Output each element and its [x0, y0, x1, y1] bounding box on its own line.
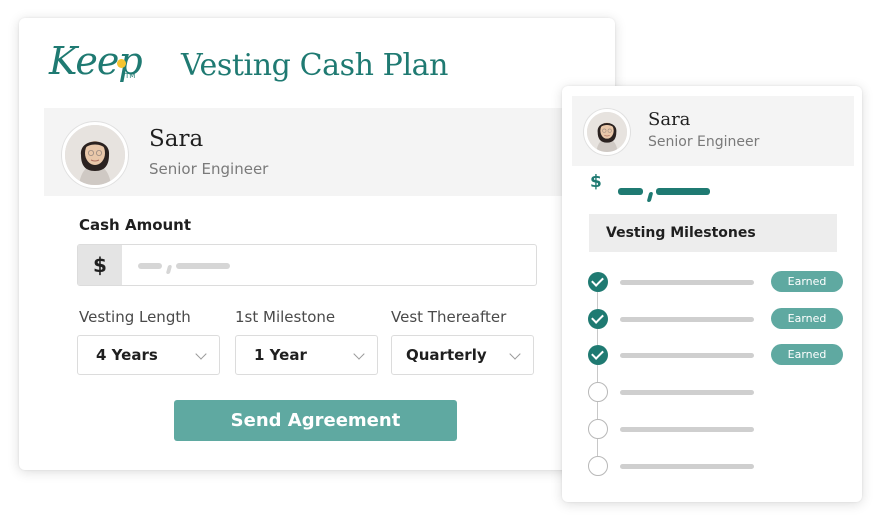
check-circle-icon: [588, 309, 608, 329]
checkmark-icon: [591, 274, 604, 287]
person-avatar-icon: [65, 125, 125, 185]
earned-badge: Earned: [771, 271, 843, 292]
vesting-length-value: 4 Years: [96, 346, 158, 364]
amount-placeholder-bar: [618, 188, 643, 195]
placeholder-comma: [165, 265, 173, 274]
employee-name: Sara: [149, 126, 204, 152]
logo-dot-icon: [117, 59, 126, 68]
milestones-header: Vesting Milestones: [589, 214, 837, 252]
earned-badge: Earned: [771, 308, 843, 329]
checkmark-icon: [591, 311, 604, 324]
placeholder-bar: [176, 263, 230, 269]
send-agreement-button[interactable]: Send Agreement: [174, 400, 457, 441]
logo-trademark: TM: [125, 72, 136, 80]
empty-circle-icon: [588, 456, 608, 476]
chevron-down-icon: [195, 348, 207, 360]
cash-amount-label: Cash Amount: [79, 216, 192, 234]
avatar: [584, 109, 630, 155]
vesting-summary-card: Sara Senior Engineer $ Vesting Milestone…: [562, 86, 862, 502]
amount-placeholder-comma: [646, 192, 654, 202]
currency-prefix: $: [78, 245, 122, 285]
earned-badge: Earned: [771, 344, 843, 365]
vest-thereafter-select[interactable]: Quarterly: [391, 335, 534, 375]
cash-amount-input[interactable]: $: [77, 244, 537, 286]
milestone-placeholder-bar: [620, 280, 754, 285]
vesting-length-label: Vesting Length: [79, 308, 191, 326]
timeline-connector: [597, 292, 598, 309]
placeholder-bar: [138, 263, 162, 269]
vest-thereafter-label: Vest Thereafter: [391, 308, 507, 326]
checkmark-icon: [591, 347, 604, 360]
employee-name: Sara: [648, 109, 691, 130]
first-milestone-select[interactable]: 1 Year: [235, 335, 378, 375]
vest-thereafter-value: Quarterly: [406, 346, 487, 364]
timeline-connector: [597, 329, 598, 345]
timeline-connector: [597, 365, 598, 382]
person-avatar-icon: [587, 112, 627, 152]
keep-logo: Keep TM: [49, 42, 143, 98]
timeline-connector: [597, 402, 598, 419]
empty-circle-icon: [588, 419, 608, 439]
first-milestone-value: 1 Year: [254, 346, 307, 364]
vesting-plan-card: Keep TM Vesting Cash Plan Sara Senior En…: [19, 18, 615, 470]
milestone-placeholder-bar: [620, 353, 754, 358]
milestone-placeholder-bar: [620, 427, 754, 432]
milestone-placeholder-bar: [620, 464, 754, 469]
vesting-length-select[interactable]: 4 Years: [77, 335, 220, 375]
employee-profile: Sara Senior Engineer: [44, 108, 615, 196]
check-circle-icon: [588, 345, 608, 365]
milestone-placeholder-bar: [620, 390, 754, 395]
employee-profile: Sara Senior Engineer: [572, 96, 854, 166]
first-milestone-label: 1st Milestone: [235, 308, 336, 326]
chevron-down-icon: [353, 348, 365, 360]
page-title: Vesting Cash Plan: [181, 48, 449, 83]
milestone-placeholder-bar: [620, 317, 754, 322]
chevron-down-icon: [509, 348, 521, 360]
timeline-connector: [597, 439, 598, 456]
empty-circle-icon: [588, 382, 608, 402]
employee-role: Senior Engineer: [149, 160, 269, 178]
currency-symbol: $: [590, 172, 602, 192]
employee-role: Senior Engineer: [648, 134, 760, 150]
amount-placeholder-bar: [656, 188, 710, 195]
avatar: [62, 122, 128, 188]
check-circle-icon: [588, 272, 608, 292]
